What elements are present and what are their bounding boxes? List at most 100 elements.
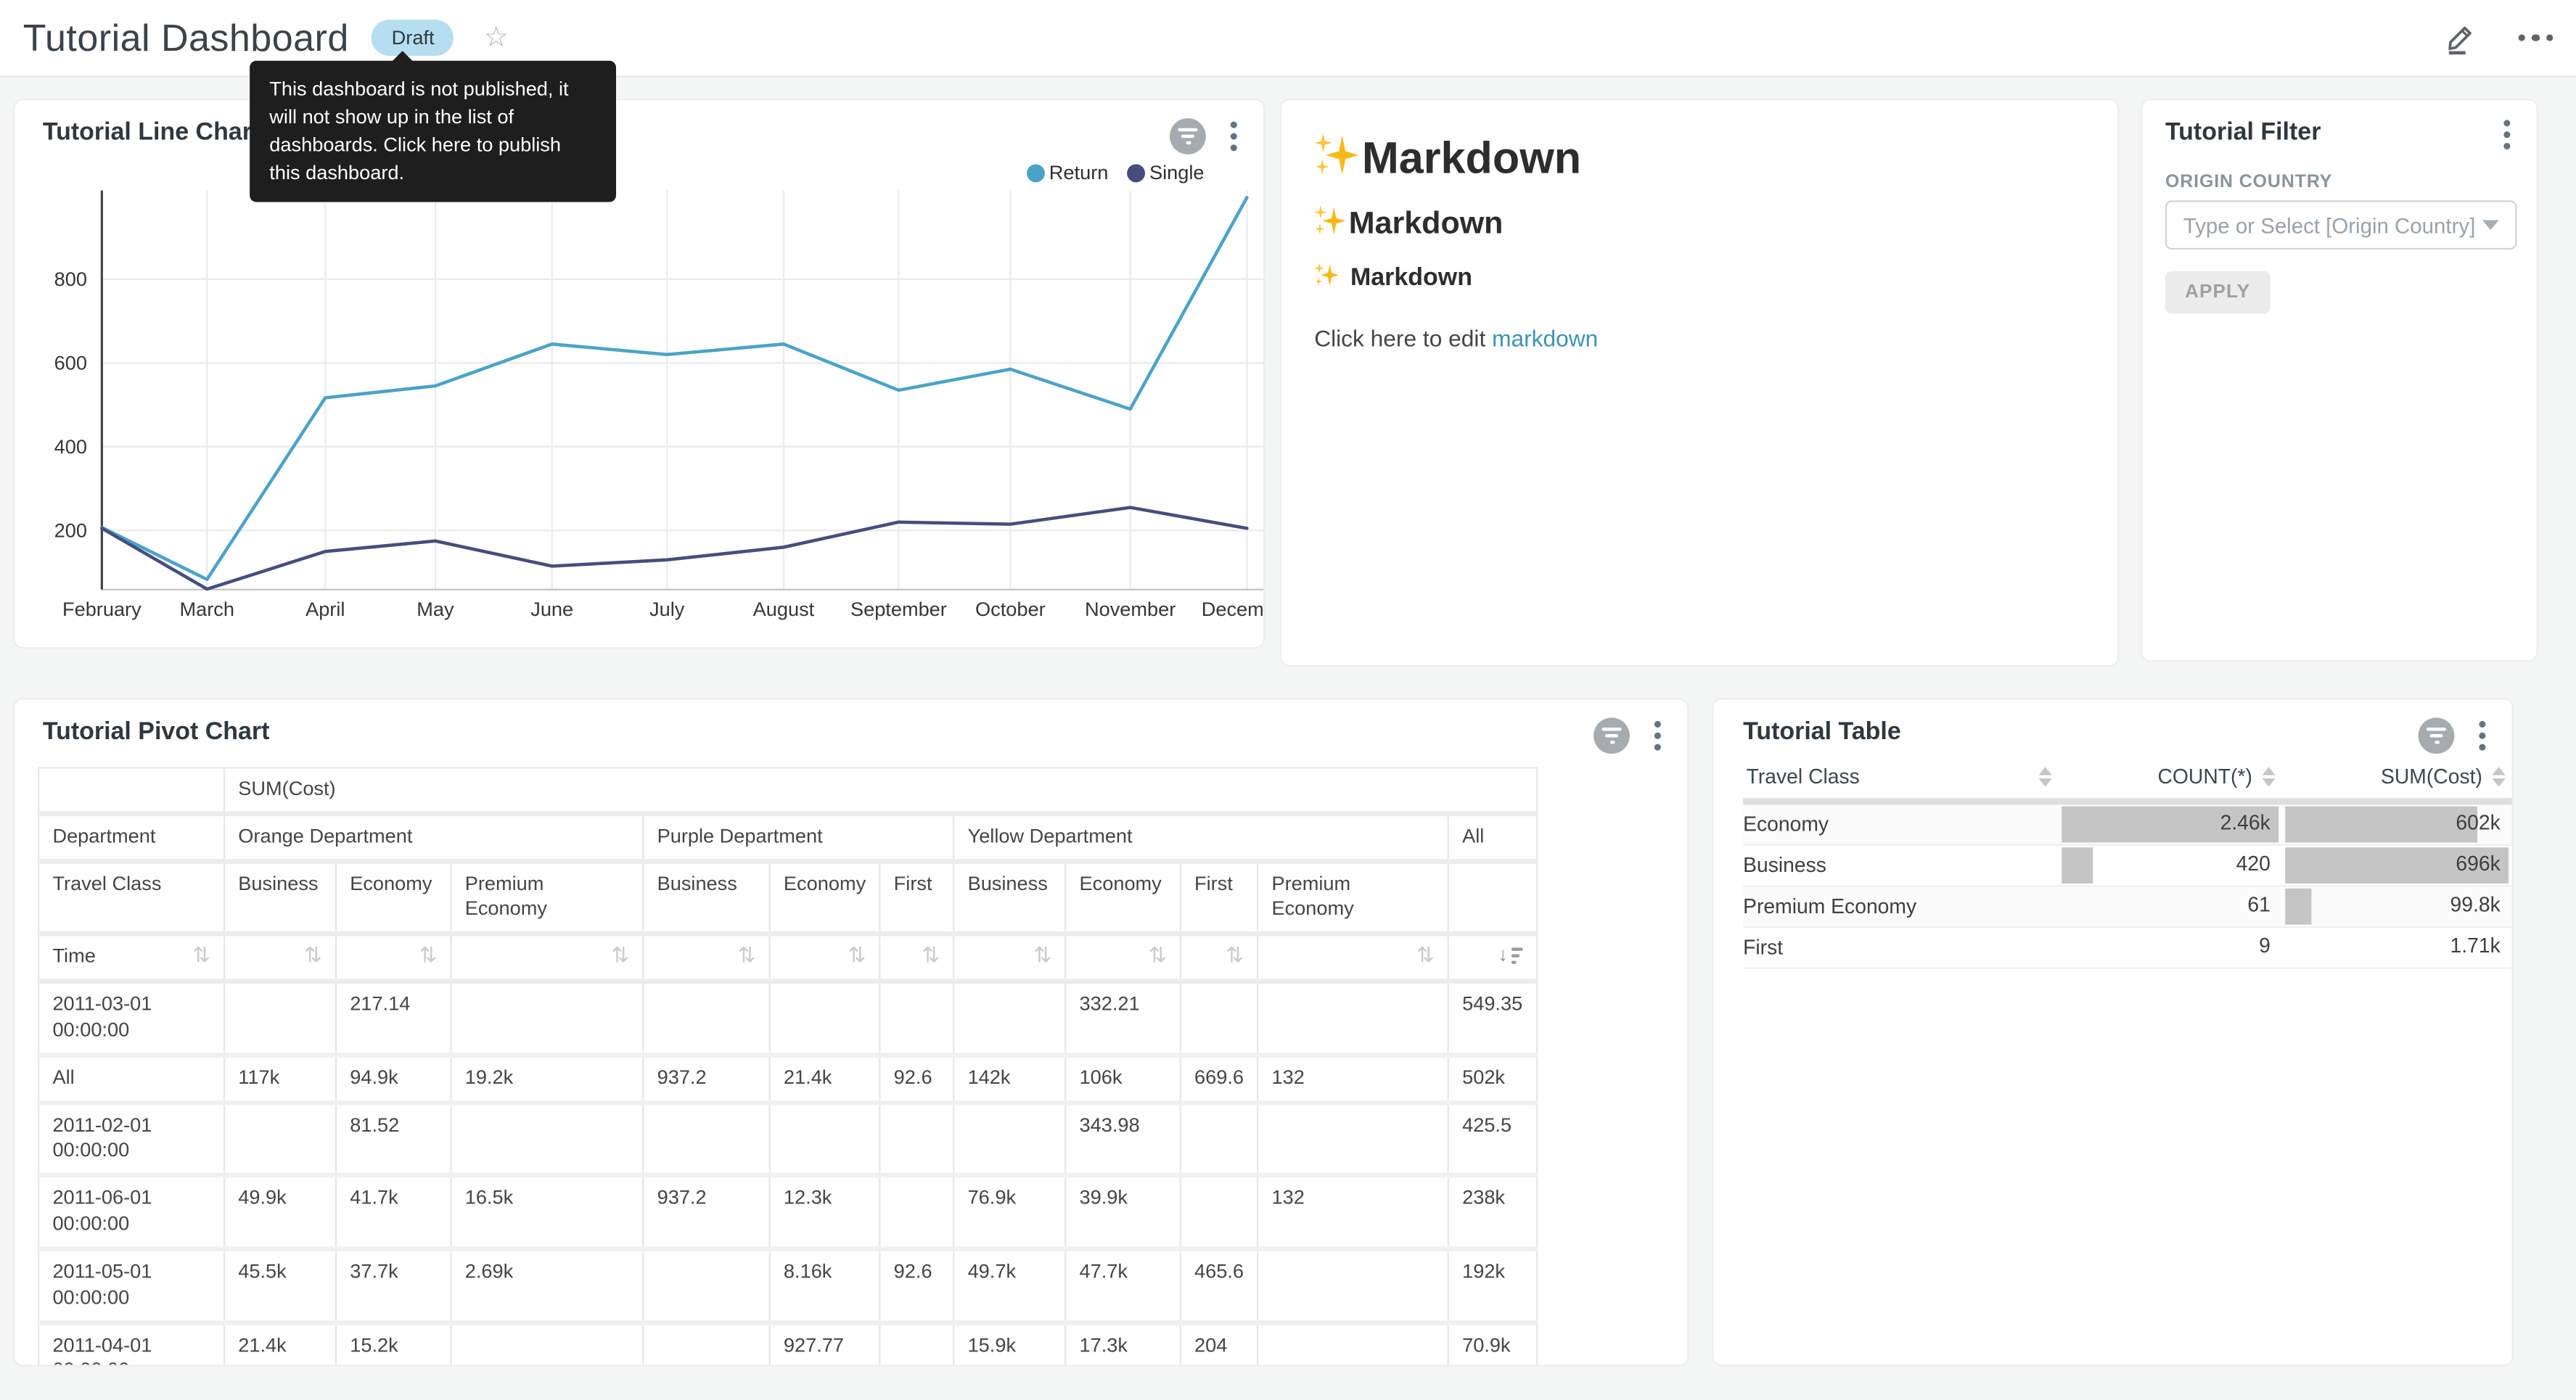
pivot-value-cell: 49.7k xyxy=(953,1249,1065,1322)
sort-icon[interactable]: ⇅ xyxy=(922,945,940,966)
table-column-header[interactable]: SUM(Cost) xyxy=(2282,760,2512,802)
x-axis-label: November xyxy=(1085,598,1176,620)
chart-more-icon[interactable] xyxy=(1226,120,1242,152)
pivot-table: SUM(Cost)DepartmentOrange DepartmentPurp… xyxy=(38,767,1538,1366)
pivot-row: 2011-04-01 00:00:0021.4k15.2k927.7715.9k… xyxy=(38,1322,1536,1367)
sum-cell: 696k xyxy=(2282,845,2512,886)
pivot-value-cell: 70.9k xyxy=(1448,1322,1537,1367)
pivot-table-wrap: SUM(Cost)DepartmentOrange DepartmentPurp… xyxy=(38,767,1538,1366)
cell-value: 696k xyxy=(2456,852,2500,876)
pivot-sort-cell: ⇅ xyxy=(1181,934,1258,981)
pivot-value-cell: 39.9k xyxy=(1065,1176,1180,1249)
sort-icon[interactable]: ⇅ xyxy=(1033,945,1051,966)
pivot-value-cell: 94.9k xyxy=(336,1055,451,1102)
origin-country-label: ORIGIN COUNTRY xyxy=(2165,173,2332,192)
pivot-value-cell: 37.7k xyxy=(336,1249,451,1322)
pivot-sort-cell: ⇅ xyxy=(336,934,451,981)
legend-item-single[interactable]: Single xyxy=(1126,161,1204,184)
sort-carets-icon[interactable] xyxy=(2492,767,2505,786)
pivot-class-header xyxy=(1448,861,1537,934)
apply-button[interactable]: APPLY xyxy=(2165,271,2270,314)
table-row: Premium Economy6199.8k xyxy=(1743,886,2512,927)
filter-indicator-icon[interactable] xyxy=(2419,717,2455,754)
sort-icon[interactable]: ⇅ xyxy=(1416,945,1435,966)
pivot-sort-cell: ⇅ xyxy=(643,934,769,981)
pivot-value-cell: 425.5 xyxy=(1448,1102,1537,1175)
line-chart-panel-icons xyxy=(1170,118,1242,155)
pivot-value-cell: 47.7k xyxy=(1065,1249,1180,1322)
chart-more-icon[interactable] xyxy=(2474,720,2491,752)
table-column-header[interactable]: Travel Class xyxy=(1743,760,2059,802)
sort-icon[interactable]: ⇅ xyxy=(192,945,210,966)
sort-icon[interactable]: ⇅ xyxy=(848,945,866,966)
sort-icon[interactable]: ⇅ xyxy=(304,945,322,966)
edit-pencil-icon[interactable] xyxy=(2442,20,2478,56)
pivot-row: 2011-03-01 00:00:00217.14332.21549.35 xyxy=(38,981,1536,1055)
pivot-class-header: Economy xyxy=(336,861,451,934)
sort-icon[interactable]: ⇅ xyxy=(611,945,629,966)
x-axis-label: October xyxy=(975,598,1046,620)
pivot-value-cell xyxy=(643,1322,769,1367)
publish-tooltip-text: This dashboard is not published, it will… xyxy=(269,77,568,184)
pivot-value-cell: 49.9k xyxy=(224,1176,336,1249)
column-label: Travel Class xyxy=(1747,765,1860,788)
pivot-value-cell: 8.16k xyxy=(770,1249,880,1322)
edit-markdown-link[interactable]: markdown xyxy=(1492,325,1598,351)
legend-item-return[interactable]: Return xyxy=(1026,161,1108,184)
filter-more-icon[interactable] xyxy=(2499,118,2516,151)
pivot-time-cell: 2011-04-01 00:00:00 xyxy=(38,1322,224,1367)
pivot-value-cell xyxy=(224,981,336,1055)
pivot-class-header: Business xyxy=(643,861,769,934)
table-column-header[interactable]: COUNT(*) xyxy=(2059,760,2282,802)
pivot-value-cell xyxy=(643,1102,769,1175)
pivot-value-cell: 15.9k xyxy=(953,1322,1065,1367)
sort-descending-icon[interactable]: ↓ xyxy=(1498,945,1522,965)
pivot-sort-cell: ↓ xyxy=(1448,934,1537,981)
pivot-department-header: Orange Department xyxy=(224,813,643,860)
cell-value: 99.8k xyxy=(2450,894,2501,917)
pivot-department-header: Yellow Department xyxy=(953,813,1448,860)
pivot-time-cell: 2011-05-01 00:00:00 xyxy=(38,1249,224,1322)
pivot-value-cell xyxy=(451,1102,643,1175)
pivot-panel-icons xyxy=(1593,717,1666,754)
filter-indicator-icon[interactable] xyxy=(1593,717,1630,754)
cell-value: 61 xyxy=(2247,894,2270,917)
travel-class-cell: First xyxy=(1743,927,2059,968)
pivot-value-cell: 16.5k xyxy=(451,1176,643,1249)
pivot-class-header: Economy xyxy=(1065,861,1180,934)
pivot-value-cell xyxy=(1258,1102,1448,1175)
pivot-sort-cell: ⇅ xyxy=(770,934,880,981)
pivot-value-cell xyxy=(770,1102,880,1175)
origin-country-select[interactable]: Type or Select [Origin Country] xyxy=(2165,200,2516,250)
pivot-value-cell xyxy=(879,1102,953,1175)
x-axis-label: July xyxy=(649,598,685,620)
favorite-star-icon[interactable]: ☆ xyxy=(483,21,509,54)
x-axis-label: August xyxy=(753,598,815,620)
line-chart-title: Tutorial Line Chart xyxy=(43,118,260,146)
column-label: SUM(Cost) xyxy=(2381,765,2482,788)
markdown-panel: Markdown Markdown Markdown Click here to… xyxy=(1280,99,2120,667)
sort-carets-icon[interactable] xyxy=(2263,767,2276,786)
pivot-value-cell: 132 xyxy=(1258,1055,1448,1102)
pivot-chart-panel: Tutorial Pivot Chart SUM(Cost)Department… xyxy=(13,698,1689,1366)
sort-icon[interactable]: ⇅ xyxy=(1149,945,1167,966)
filter-indicator-icon[interactable] xyxy=(1170,118,1206,155)
sort-icon[interactable]: ⇅ xyxy=(738,945,756,966)
topbar-actions xyxy=(2442,20,2553,56)
sort-icon[interactable]: ⇅ xyxy=(1226,945,1244,966)
cell-value: 9 xyxy=(2259,934,2271,958)
pivot-time-label: Time⇅ xyxy=(38,934,224,981)
more-actions-icon[interactable] xyxy=(2518,34,2554,41)
table-panel-title: Tutorial Table xyxy=(1743,717,1901,745)
pivot-value-cell: 45.5k xyxy=(224,1249,336,1322)
sort-carets-icon[interactable] xyxy=(2039,767,2052,786)
chart-more-icon[interactable] xyxy=(1649,720,1666,752)
pivot-time-cell: 2011-03-01 00:00:00 xyxy=(38,981,224,1055)
pivot-value-cell: 192k xyxy=(1448,1249,1537,1322)
pivot-row: 2011-05-01 00:00:0045.5k37.7k2.69k8.16k9… xyxy=(38,1249,1536,1322)
count-cell: 61 xyxy=(2059,886,2282,927)
y-axis-tick: 200 xyxy=(54,519,87,541)
column-label: COUNT(*) xyxy=(2157,765,2252,788)
sort-icon[interactable]: ⇅ xyxy=(419,945,438,966)
data-table: Travel ClassCOUNT(*)SUM(Cost)Economy2.46… xyxy=(1743,760,2512,969)
